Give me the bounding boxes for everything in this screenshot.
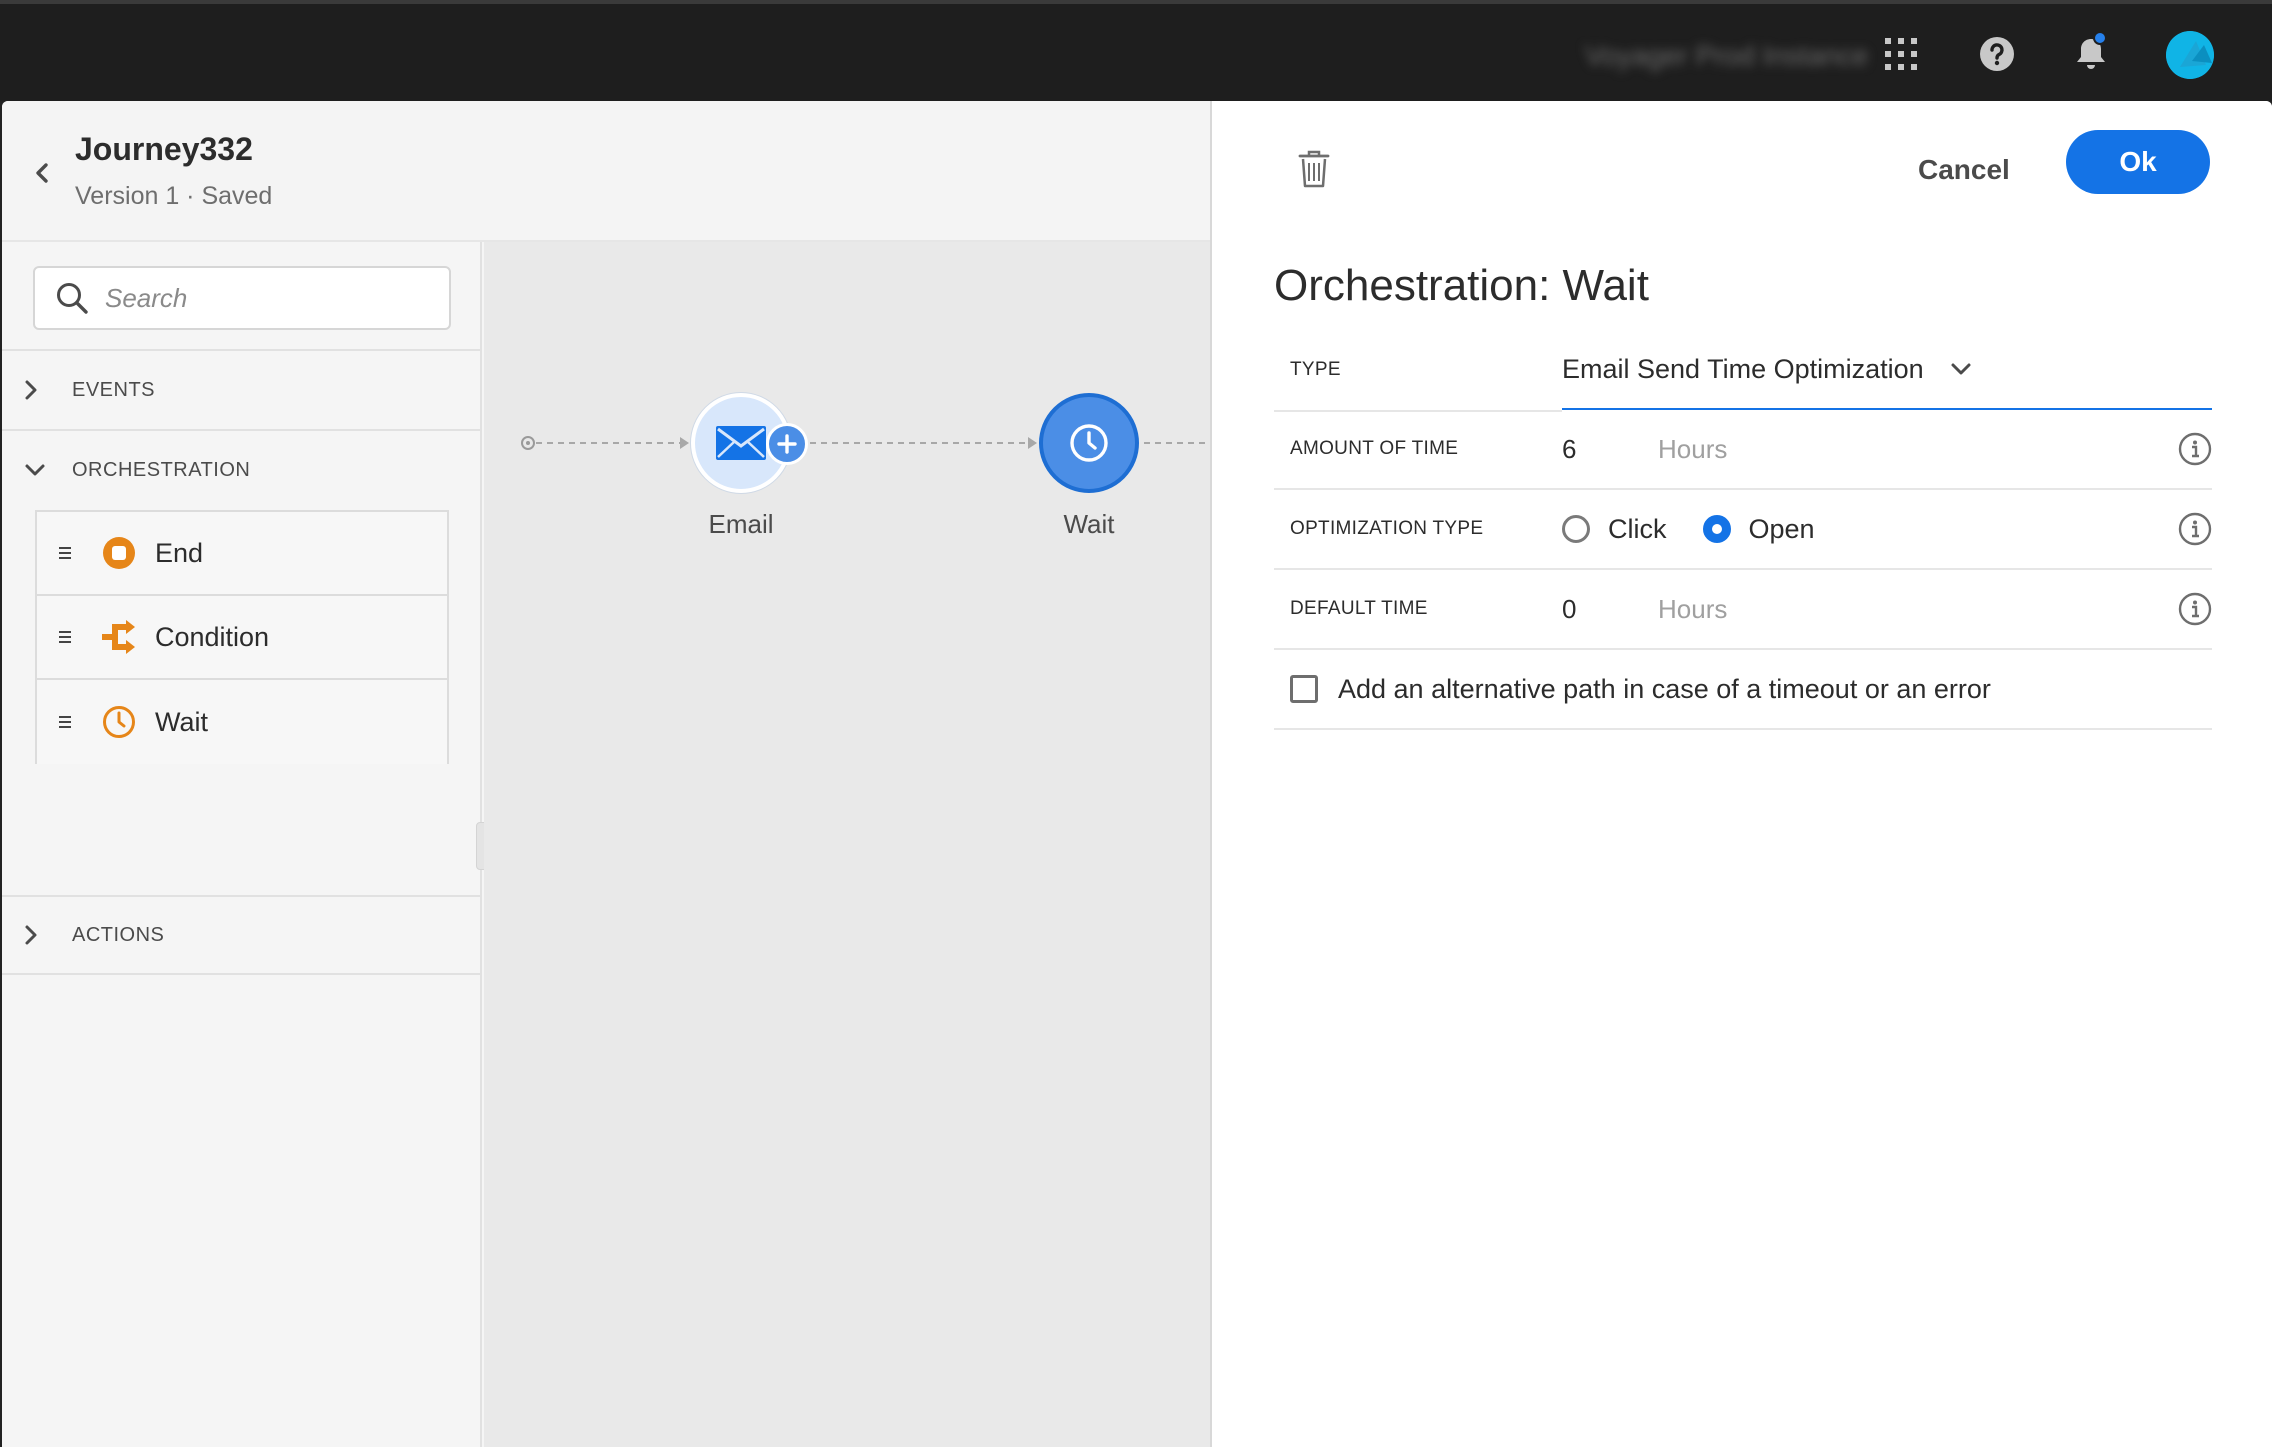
node-label: Email [708,509,774,539]
orchestration-item-end[interactable]: End [37,512,447,596]
top-bar: Voyager Prod Instance [0,0,2272,101]
field-type: TYPE Email Send Time Optimization [1274,330,2212,412]
apps-grid-icon[interactable] [1879,32,1923,76]
node-label: Wait [1063,509,1115,539]
orchestration-list: End Condition Wait [35,510,449,764]
envelope-icon [716,426,766,460]
field-label: AMOUNT OF TIME [1290,438,1459,459]
radio-button[interactable] [1562,515,1590,543]
section-actions[interactable]: ACTIONS [2,895,480,975]
section-orchestration[interactable]: ORCHESTRATION [2,429,480,509]
alternative-path-option[interactable]: Add an alternative path in case of a tim… [1274,650,2212,730]
amount-of-time-input[interactable] [1562,433,1622,465]
field-optimization-type: OPTIMIZATION TYPE Click Open [1274,490,2212,570]
section-events[interactable]: EVENTS [2,349,480,429]
activity-properties-panel: Cancel Ok Orchestration: Wait TYPE Email… [1210,101,2272,1447]
orchestration-item-wait[interactable]: Wait [37,680,447,764]
search-icon [57,283,88,314]
end-icon [101,535,137,571]
drag-handle-icon[interactable] [59,631,71,643]
radio-label: Click [1608,513,1667,544]
field-label: DEFAULT TIME [1290,598,1428,619]
user-avatar[interactable] [2166,31,2214,79]
drag-handle-icon[interactable] [59,716,71,728]
trash-icon [1298,150,1330,188]
orchestration-item-label: Condition [155,621,270,652]
chevron-down-icon [1950,362,1972,376]
journey-header: Journey332 Version 1 · Saved [2,101,1210,242]
orchestration-item-label: Wait [155,706,208,737]
radio-open[interactable]: Open [1702,513,1815,545]
orchestration-item-label: End [155,537,204,568]
chevron-left-icon [36,163,48,183]
section-label: EVENTS [72,378,156,401]
ok-button[interactable]: Ok [2066,130,2210,194]
radio-button[interactable] [1702,515,1731,543]
chevron-right-icon [24,379,64,401]
info-icon[interactable] [2178,432,2212,466]
wait-node[interactable] [1039,393,1139,493]
chevron-down-icon [24,463,64,477]
help-icon[interactable] [1975,32,2019,76]
field-amount-of-time: AMOUNT OF TIME Hours [1274,410,2212,490]
field-label: OPTIMIZATION TYPE [1290,518,1484,539]
instance-name[interactable]: Voyager Prod Instance [1585,40,1868,72]
checkbox-label: Add an alternative path in case of a tim… [1338,673,1991,704]
notification-dot [2093,31,2107,45]
search-input[interactable] [105,282,425,314]
panel-title: Orchestration: Wait [1274,261,1649,310]
field-default-time: DEFAULT TIME Hours [1274,570,2212,650]
add-activity-button[interactable] [766,423,808,465]
journey-version-status: Version 1 · Saved [75,182,273,210]
orchestration-item-condition[interactable]: Condition [37,596,447,680]
condition-icon [101,619,137,655]
journey-canvas[interactable]: Email Wait [484,242,1210,1447]
palette-search[interactable] [33,266,451,330]
radio-click[interactable]: Click [1562,514,1667,545]
plus-icon [777,434,797,454]
type-dropdown[interactable]: Email Send Time Optimization [1562,330,2212,410]
clock-icon [1070,424,1108,462]
back-button[interactable] [26,157,58,189]
chevron-right-icon [24,924,64,946]
section-label: ACTIONS [72,923,165,946]
delete-activity-button[interactable] [1294,146,1334,192]
cancel-button[interactable]: Cancel [1896,142,2032,198]
type-dropdown-value: Email Send Time Optimization [1562,353,1924,384]
radio-label: Open [1748,513,1815,544]
info-icon[interactable] [2178,512,2212,546]
alternative-path-checkbox[interactable] [1290,675,1318,703]
unit-label: Hours [1658,433,1728,464]
section-label: ORCHESTRATION [72,458,251,481]
activity-palette: EVENTS ORCHESTRATION End [2,242,482,1447]
wait-settings-form: TYPE Email Send Time Optimization AMOUNT… [1274,330,2212,730]
drag-handle-icon[interactable] [59,547,71,559]
default-time-input[interactable] [1562,593,1622,625]
unit-label: Hours [1658,593,1728,624]
clock-icon [101,704,137,740]
journey-title: Journey332 [75,131,253,167]
info-icon[interactable] [2178,592,2212,626]
field-label: TYPE [1290,359,1341,380]
journey-editor: Journey332 Version 1 · Saved EVENTS ORCH… [2,101,2272,1447]
